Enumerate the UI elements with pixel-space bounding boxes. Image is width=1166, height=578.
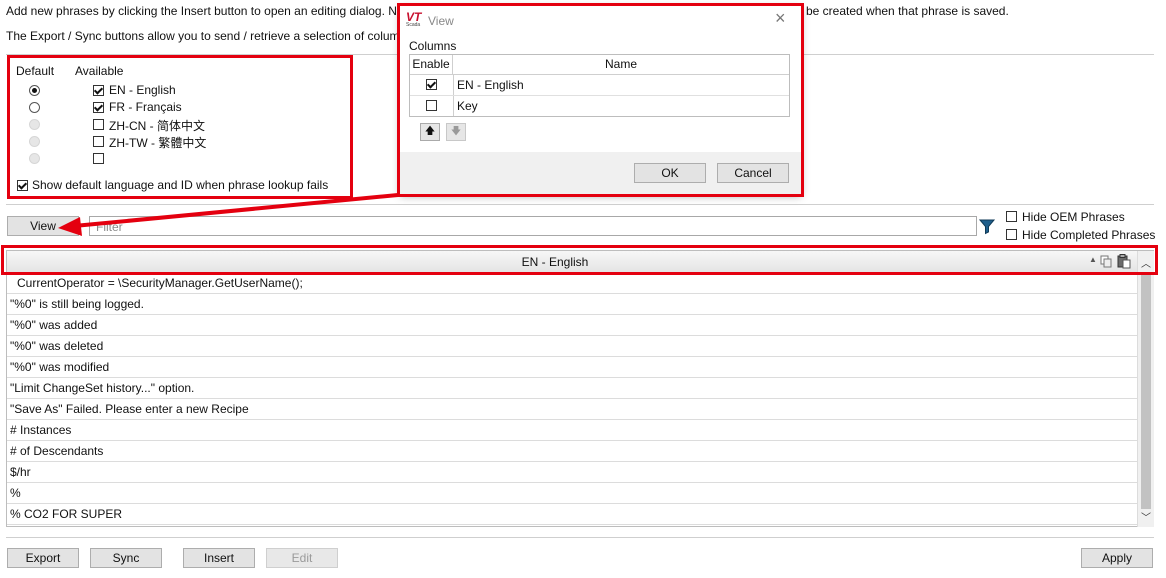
annotation-arrow xyxy=(58,193,399,236)
